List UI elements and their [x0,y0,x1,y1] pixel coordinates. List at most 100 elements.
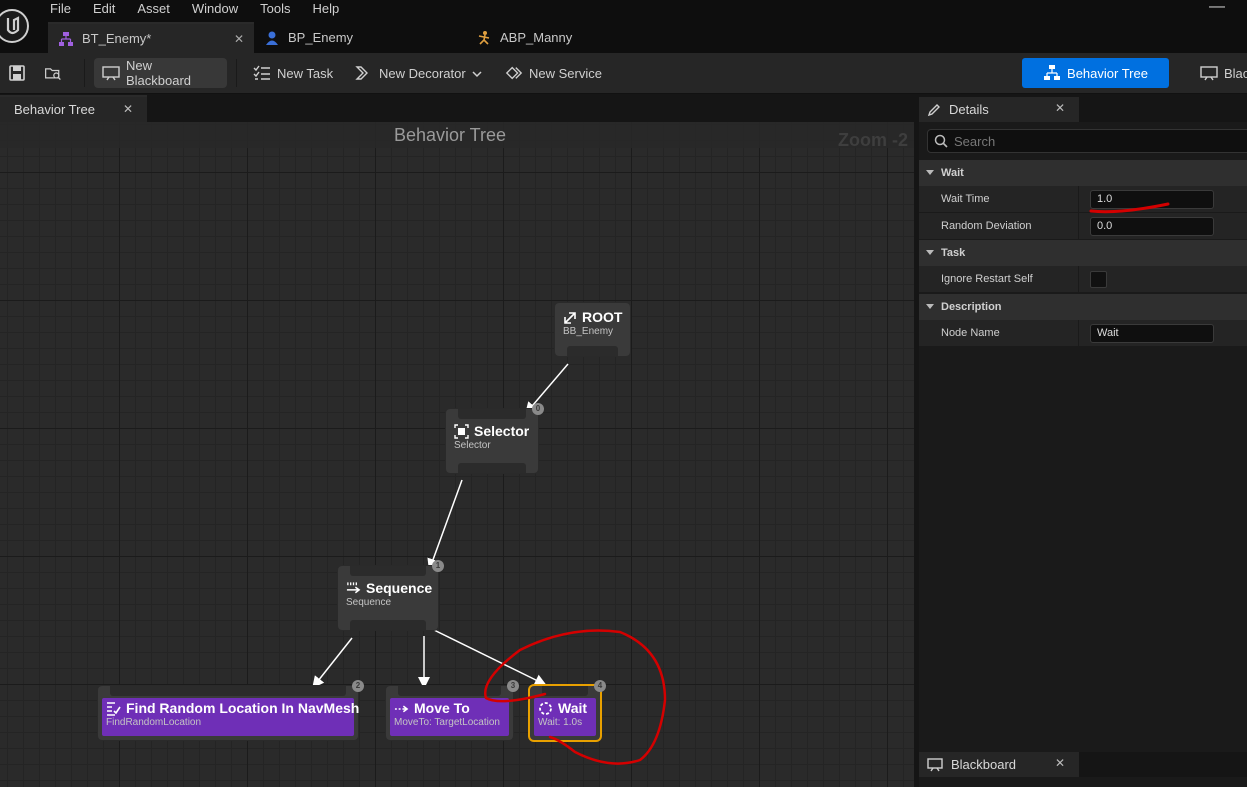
details-panel: Wait Wait Time 1.0 Random Deviation 0.0 … [919,122,1247,752]
unreal-logo-icon[interactable] [0,6,32,46]
category-description[interactable]: Description [919,294,1247,320]
execution-order-badge: 3 [507,680,519,692]
behavior-tree-mode-button[interactable]: Behavior Tree [1022,58,1169,88]
button-label: New Decorator [379,65,466,81]
expand-arrow-icon [926,304,934,309]
button-label: Blac [1224,65,1247,81]
tab-label: Blackboard [951,757,1017,772]
task-list-icon [253,65,271,81]
behavior-tree-icon [1043,65,1061,81]
node-title: Selector [474,423,530,439]
column-divider [1078,266,1079,293]
input-pin[interactable] [398,686,501,696]
details-search[interactable] [927,129,1247,153]
menu-window[interactable]: Window [192,0,248,18]
prop-label: Node Name [941,327,1000,339]
node-title: Move To [414,700,470,716]
decorator-icon [355,65,373,81]
menu-help[interactable]: Help [312,0,349,18]
tab-bt-enemy[interactable]: BT_Enemy* ✕ [48,22,254,53]
node-subtitle: Wait: 1.0s [538,717,583,728]
node-name-field[interactable]: Wait [1090,324,1214,343]
toolbar: New Blackboard New Task New Decorator Ne… [0,53,1247,94]
node-title: ROOT [582,309,623,325]
menu-bar: File Edit Asset Window Tools Help [50,0,361,18]
prop-label: Random Deviation [941,220,1032,232]
expand-arrow-icon [926,170,934,175]
wait-time-field[interactable]: 1.0 [1090,190,1214,209]
prop-node-name: Node Name Wait [919,320,1247,347]
new-decorator-button[interactable]: New Decorator [347,58,490,88]
tab-bp-enemy[interactable]: BP_Enemy [254,22,466,53]
input-pin[interactable] [110,686,346,696]
search-input[interactable] [954,133,1234,149]
execution-order-badge: 0 [532,403,544,415]
title-bar: File Edit Asset Window Tools Help — BT_E… [0,0,1247,53]
button-label: New Service [529,65,602,81]
graph-canvas[interactable]: Behavior Tree Zoom -2 ROOT BB_Enemy Sele… [0,122,914,787]
node-subtitle: BB_Enemy [563,326,614,337]
close-icon[interactable]: ✕ [234,32,244,46]
bt-node-move-to[interactable]: Move To MoveTo: TargetLocation 3 [386,680,519,740]
output-pin[interactable] [458,463,526,473]
bt-node-selector[interactable]: Selector Selector 0 [446,403,544,473]
expand-arrow-icon [926,250,934,255]
input-pin[interactable] [350,566,426,576]
chevron-down-icon [472,66,482,81]
close-icon[interactable]: ✕ [1055,756,1065,770]
bt-node-sequence[interactable]: Sequence Sequence 1 [338,560,444,630]
save-icon [8,65,26,81]
prop-label: Ignore Restart Self [941,273,1033,285]
random-deviation-field[interactable]: 0.0 [1090,217,1214,236]
menu-tools[interactable]: Tools [260,0,300,18]
node-title: Sequence [366,580,433,596]
new-service-button[interactable]: New Service [497,58,610,88]
bt-node-wait[interactable]: Wait Wait: 1.0s 4 [530,680,606,740]
edge-sequence-find [312,637,353,689]
save-button[interactable] [0,58,40,88]
close-icon[interactable]: ✕ [1055,101,1065,115]
wait-icon [538,701,553,716]
prop-wait-time: Wait Time 1.0 [919,186,1247,213]
animation-blueprint-icon [476,30,492,46]
browse-asset-button[interactable] [36,58,76,88]
input-pin[interactable] [458,409,526,419]
tab-blackboard[interactable]: Blackboard ✕ [919,752,1079,777]
tab-label: Details [949,102,989,117]
node-subtitle: Selector [454,440,491,451]
blackboard-mode-button[interactable]: Blac [1192,58,1247,88]
edge-selector-sequence [427,479,463,571]
button-label: Behavior Tree [1067,65,1148,81]
selector-icon [454,424,469,439]
input-pin[interactable] [542,686,588,696]
bt-node-find-random-location[interactable]: Find Random Location In NavMesh FindRand… [98,680,364,740]
folder-search-icon [44,65,62,81]
column-divider [1078,186,1079,213]
category-task[interactable]: Task [919,240,1247,266]
service-icon [505,65,523,81]
new-task-button[interactable]: New Task [245,58,341,88]
prop-random-deviation: Random Deviation 0.0 [919,213,1247,240]
ignore-restart-self-checkbox[interactable] [1090,271,1107,288]
node-title: Find Random Location In NavMesh [126,700,360,716]
character-blueprint-icon [264,30,280,46]
tab-behavior-tree-graph[interactable]: Behavior Tree ✕ [0,95,147,122]
button-label: New Task [277,65,334,81]
new-blackboard-button[interactable]: New Blackboard [94,58,227,88]
bt-node-root[interactable]: ROOT BB_Enemy [555,303,630,356]
menu-file[interactable]: File [50,0,81,18]
tab-abp-manny[interactable]: ABP_Manny [466,22,582,53]
close-icon[interactable]: ✕ [123,102,133,116]
behavior-tree-asset-icon [58,31,74,47]
category-wait[interactable]: Wait [919,160,1247,186]
output-pin[interactable] [567,346,618,356]
node-subtitle: FindRandomLocation [106,717,202,728]
menu-edit[interactable]: Edit [93,0,125,18]
node-subtitle: Sequence [346,597,392,608]
execution-order-badge: 2 [352,680,364,692]
output-pin[interactable] [350,620,426,630]
menu-asset[interactable]: Asset [137,0,180,18]
tab-details[interactable]: Details ✕ [919,97,1079,122]
minimize-button[interactable]: — [1209,0,1225,15]
blackboard-icon [927,757,943,772]
